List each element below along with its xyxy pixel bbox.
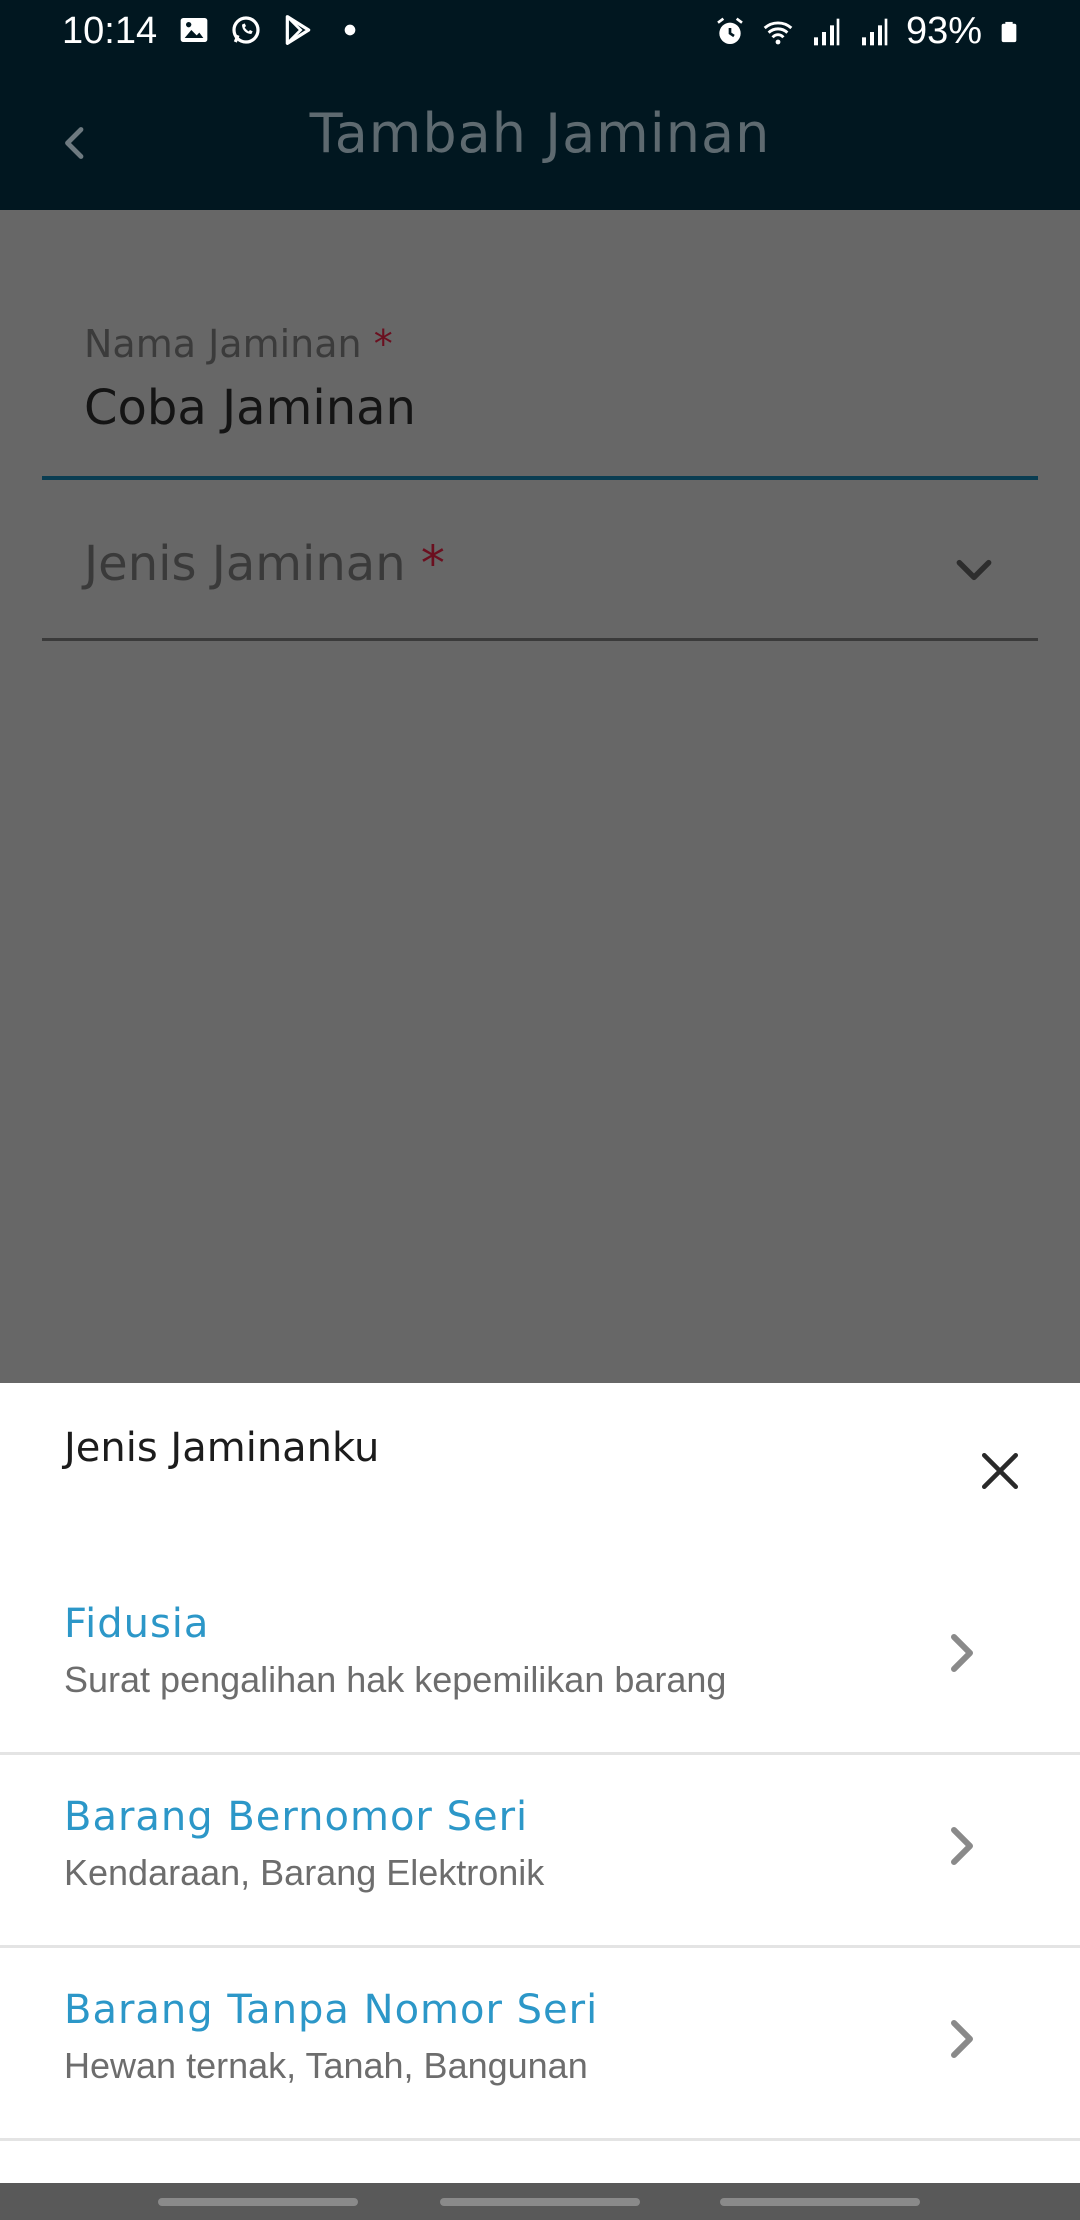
option-title: Barang Bernomor Seri (64, 1794, 529, 1840)
required-mark: * (373, 322, 393, 366)
nama-jaminan-field[interactable]: Nama Jaminan * Coba Jaminan (42, 310, 1038, 480)
jenis-jaminan-select[interactable]: Jenis Jaminan * (42, 500, 1038, 641)
bottom-sheet: Jenis Jaminanku Fidusia Surat pengalihan… (0, 1383, 1080, 2183)
chevron-right-icon (951, 1634, 973, 1672)
nama-jaminan-label: Nama Jaminan * (84, 322, 393, 366)
sheet-title: Jenis Jaminanku (64, 1425, 380, 1471)
signal-icon (813, 18, 840, 45)
system-status-icons: 93% (714, 10, 1020, 53)
navigation-bar (0, 2183, 1080, 2220)
option-subtitle: Kendaraan, Barang Elektronik (64, 1852, 545, 1893)
notification-icons (178, 14, 366, 46)
status-bar: 10:14 93% (0, 0, 1080, 66)
gallery-icon (180, 18, 208, 42)
option-fidusia[interactable]: Fidusia Surat pengalihan hak kepemilikan… (0, 1559, 1080, 1755)
nav-home-button[interactable] (440, 2198, 640, 2206)
page-title: Tambah Jaminan (309, 102, 771, 165)
play-store-icon (285, 15, 311, 45)
option-subtitle: Surat pengalihan hak kepemilikan barang (64, 1659, 727, 1700)
app-bar: Tambah Jaminan (0, 66, 1080, 210)
option-barang-tanpa-nomor-seri[interactable]: Barang Tanpa Nomor Seri Hewan ternak, Ta… (0, 1945, 1080, 2141)
whatsapp-icon (232, 16, 260, 44)
option-title: Fidusia (64, 1601, 210, 1647)
signal-icon (861, 18, 888, 45)
battery-icon (1001, 21, 1017, 42)
chevron-right-icon (951, 2020, 973, 2058)
nav-recents-button[interactable] (158, 2198, 358, 2206)
wifi-icon (763, 20, 793, 44)
option-subtitle: Hewan ternak, Tanah, Bangunan (64, 2045, 588, 2086)
option-title: Barang Tanpa Nomor Seri (64, 1987, 599, 2033)
alarm-icon (717, 17, 743, 44)
form-overlay[interactable]: Nama Jaminan * Coba Jaminan Jenis Jamina… (0, 210, 1080, 1383)
nav-back-button[interactable] (720, 2198, 920, 2206)
nama-jaminan-label-text: Nama Jaminan (84, 322, 362, 366)
nama-jaminan-input[interactable]: Coba Jaminan (84, 380, 416, 436)
status-time: 10:14 (62, 10, 158, 52)
chevron-down-icon[interactable] (952, 548, 996, 592)
required-mark: * (420, 536, 445, 592)
close-icon (981, 1452, 1019, 1490)
option-barang-bernomor-seri[interactable]: Barang Bernomor Seri Kendaraan, Barang E… (0, 1752, 1080, 1948)
battery-percent: 93% (905, 10, 982, 52)
jenis-jaminan-label: Jenis Jaminan * (84, 536, 445, 592)
close-button[interactable] (968, 1439, 1032, 1503)
chevron-right-icon (951, 1827, 973, 1865)
dot-icon (344, 24, 356, 36)
jenis-jaminan-label-text: Jenis Jaminan (84, 536, 406, 592)
